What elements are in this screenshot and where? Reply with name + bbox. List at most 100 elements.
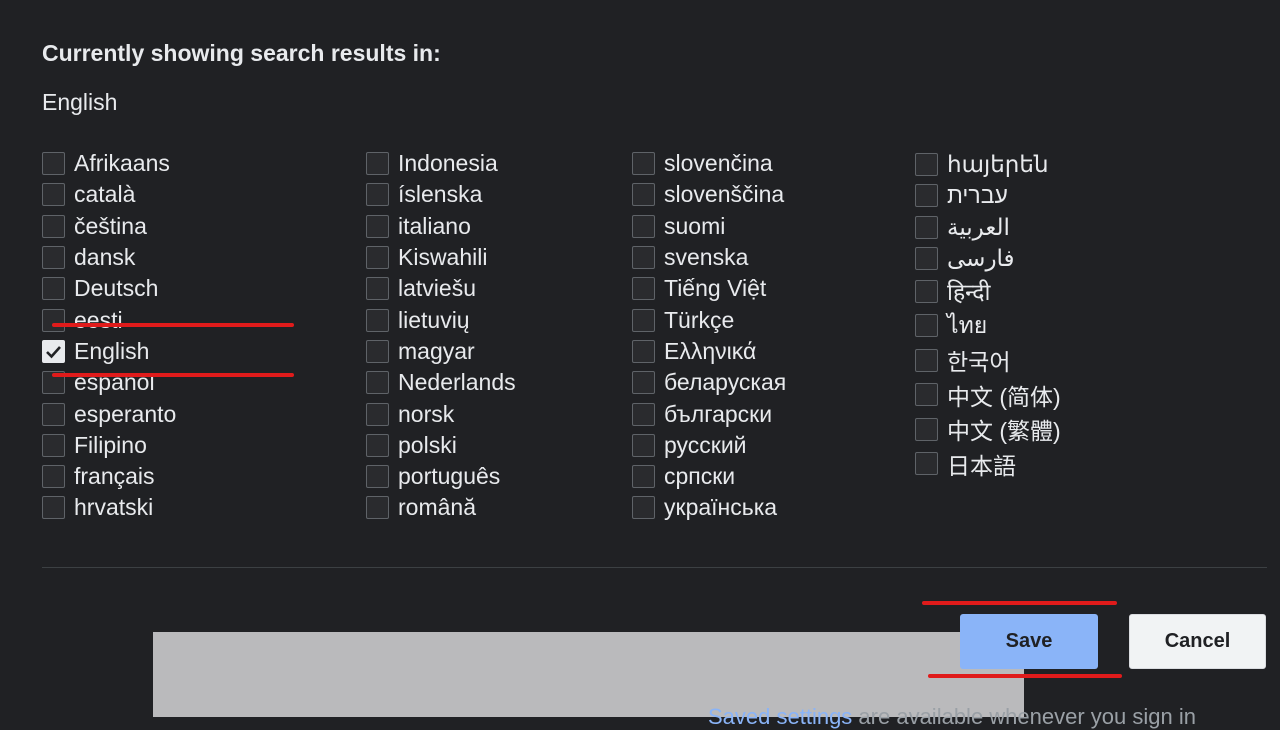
language-option[interactable]: русский: [632, 430, 786, 461]
language-option[interactable]: Tiếng Việt: [632, 273, 786, 304]
language-checkbox[interactable]: [915, 184, 938, 208]
language-checkbox[interactable]: [366, 339, 389, 363]
language-checkbox[interactable]: [366, 183, 389, 207]
language-checkbox[interactable]: [366, 277, 389, 301]
language-checkbox[interactable]: [632, 339, 655, 363]
language-option[interactable]: română: [366, 492, 516, 523]
language-checkbox[interactable]: [42, 246, 65, 270]
language-option[interactable]: English: [42, 336, 176, 367]
language-option[interactable]: lietuvių: [366, 304, 516, 335]
language-option[interactable]: Nederlands: [366, 367, 516, 398]
language-checkbox[interactable]: [42, 339, 65, 363]
language-option[interactable]: suomi: [632, 211, 786, 242]
language-option[interactable]: Deutsch: [42, 273, 176, 304]
language-checkbox[interactable]: [632, 496, 655, 520]
language-checkbox[interactable]: [366, 465, 389, 489]
language-option[interactable]: español: [42, 367, 176, 398]
language-option[interactable]: ไทย: [915, 309, 1061, 344]
language-checkbox[interactable]: [42, 433, 65, 457]
language-option[interactable]: čeština: [42, 211, 176, 242]
language-option[interactable]: فارسی: [915, 243, 1061, 274]
language-option[interactable]: esperanto: [42, 398, 176, 429]
language-checkbox[interactable]: [42, 496, 65, 520]
language-checkbox[interactable]: [42, 402, 65, 426]
language-option[interactable]: српски: [632, 461, 786, 492]
language-label: العربية: [947, 213, 1010, 240]
language-option[interactable]: Afrikaans: [42, 148, 176, 179]
language-option[interactable]: català: [42, 179, 176, 210]
language-label: slovenčina: [664, 150, 773, 177]
language-checkbox[interactable]: [632, 433, 655, 457]
language-option[interactable]: עברית: [915, 180, 1061, 211]
language-checkbox[interactable]: [632, 465, 655, 489]
language-checkbox[interactable]: [915, 417, 938, 441]
language-option[interactable]: norsk: [366, 398, 516, 429]
language-checkbox[interactable]: [915, 215, 938, 239]
language-option[interactable]: hrvatski: [42, 492, 176, 523]
language-checkbox[interactable]: [42, 308, 65, 332]
language-option[interactable]: italiano: [366, 211, 516, 242]
language-checkbox[interactable]: [42, 465, 65, 489]
language-option[interactable]: dansk: [42, 242, 176, 273]
language-checkbox[interactable]: [915, 348, 938, 372]
language-option[interactable]: العربية: [915, 212, 1061, 243]
language-option[interactable]: Filipino: [42, 430, 176, 461]
language-checkbox[interactable]: [632, 308, 655, 332]
save-button[interactable]: Save: [960, 614, 1098, 669]
language-checkbox[interactable]: [632, 402, 655, 426]
language-checkbox[interactable]: [632, 214, 655, 238]
language-option[interactable]: português: [366, 461, 516, 492]
language-checkbox[interactable]: [915, 383, 938, 407]
language-checkbox[interactable]: [632, 246, 655, 270]
language-option[interactable]: български: [632, 398, 786, 429]
language-option[interactable]: latviešu: [366, 273, 516, 304]
language-option[interactable]: slovenčina: [632, 148, 786, 179]
language-label: עברית: [947, 182, 1008, 209]
language-option[interactable]: українська: [632, 492, 786, 523]
language-checkbox[interactable]: [366, 433, 389, 457]
language-checkbox[interactable]: [632, 277, 655, 301]
language-checkbox[interactable]: [915, 247, 938, 271]
language-checkbox[interactable]: [915, 279, 938, 303]
language-checkbox[interactable]: [915, 452, 938, 476]
language-option[interactable]: Türkçe: [632, 304, 786, 335]
language-checkbox[interactable]: [366, 246, 389, 270]
language-option[interactable]: magyar: [366, 336, 516, 367]
language-checkbox[interactable]: [42, 152, 65, 176]
language-option[interactable]: slovenščina: [632, 179, 786, 210]
language-label: português: [398, 463, 501, 490]
language-checkbox[interactable]: [632, 183, 655, 207]
language-checkbox[interactable]: [915, 314, 938, 338]
language-option[interactable]: 中文 (简体): [915, 378, 1061, 413]
language-option[interactable]: беларуская: [632, 367, 786, 398]
language-checkbox[interactable]: [366, 152, 389, 176]
language-option[interactable]: հայերեն: [915, 149, 1061, 180]
language-option[interactable]: íslenska: [366, 179, 516, 210]
language-option[interactable]: 中文 (繁體): [915, 412, 1061, 447]
checkmark-icon: [46, 346, 61, 359]
language-option[interactable]: हिन्दी: [915, 274, 1061, 309]
language-option[interactable]: français: [42, 461, 176, 492]
language-checkbox[interactable]: [632, 371, 655, 395]
saved-settings-link[interactable]: Saved settings: [708, 704, 852, 729]
cancel-button[interactable]: Cancel: [1129, 614, 1266, 669]
language-option[interactable]: Ελληνικά: [632, 336, 786, 367]
language-checkbox[interactable]: [366, 308, 389, 332]
language-checkbox[interactable]: [42, 277, 65, 301]
language-checkbox[interactable]: [366, 371, 389, 395]
language-option[interactable]: polski: [366, 430, 516, 461]
language-option[interactable]: eesti: [42, 304, 176, 335]
language-option[interactable]: svenska: [632, 242, 786, 273]
language-checkbox[interactable]: [366, 496, 389, 520]
language-option[interactable]: Kiswahili: [366, 242, 516, 273]
language-checkbox[interactable]: [632, 152, 655, 176]
language-checkbox[interactable]: [366, 214, 389, 238]
language-checkbox[interactable]: [366, 402, 389, 426]
language-option[interactable]: 한국어: [915, 343, 1061, 378]
language-checkbox[interactable]: [42, 214, 65, 238]
language-column: Afrikaans català čeština dansk Deutsch eesti E…: [42, 148, 176, 524]
language-option[interactable]: 日本語: [915, 447, 1061, 482]
language-checkbox[interactable]: [915, 153, 938, 177]
language-option[interactable]: Indonesia: [366, 148, 516, 179]
language-checkbox[interactable]: [42, 183, 65, 207]
